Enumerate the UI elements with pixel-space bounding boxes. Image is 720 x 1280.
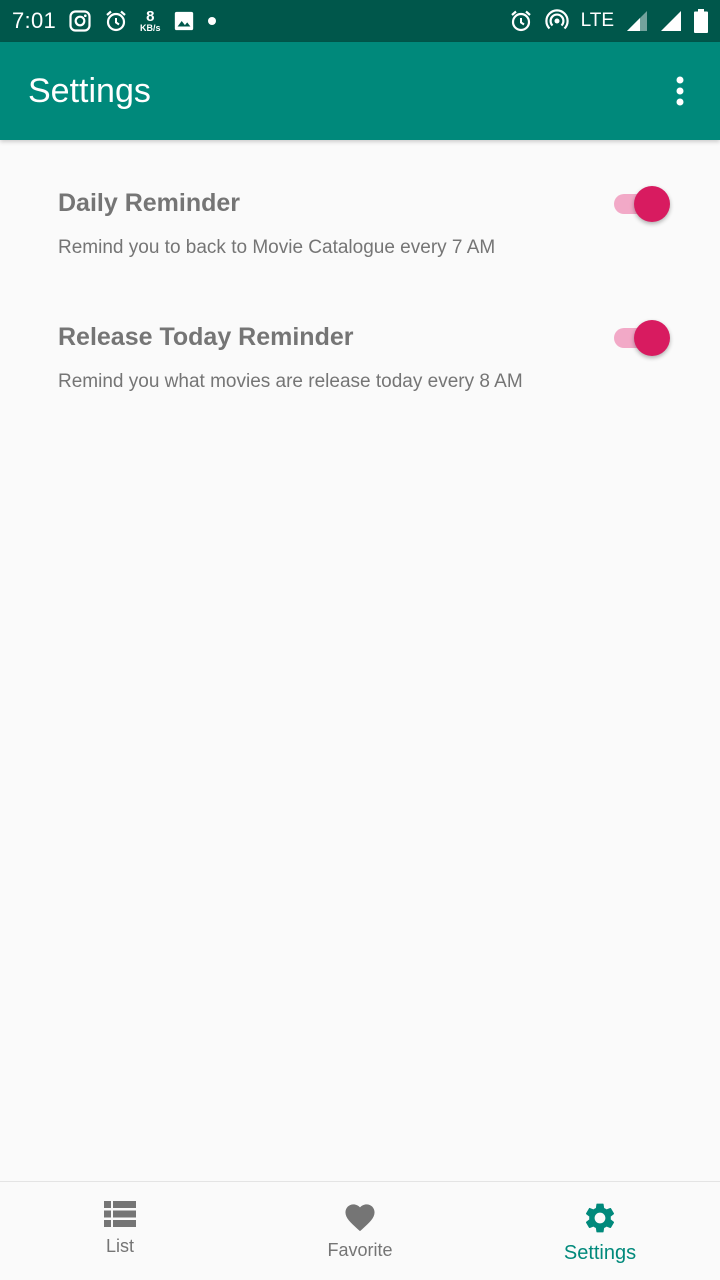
- overflow-menu-button[interactable]: [660, 63, 700, 119]
- nav-label-list: List: [105, 1236, 134, 1256]
- signal-icon: [660, 10, 682, 32]
- pref-release-today-reminder[interactable]: Release Today Reminder Remind you what m…: [0, 274, 720, 408]
- alarm-icon: [104, 9, 128, 33]
- pref-title: Release Today Reminder: [58, 323, 354, 351]
- switch-thumb: [634, 186, 670, 222]
- instagram-icon: [68, 9, 92, 33]
- pref-title: Daily Reminder: [58, 189, 241, 217]
- pref-summary: Remind you what movies are release today…: [58, 371, 523, 392]
- list-icon: [104, 1201, 136, 1227]
- bottom-navigation: List Favorite Settings: [0, 1181, 720, 1280]
- app-bar: Settings: [0, 42, 720, 140]
- release-today-reminder-switch[interactable]: [614, 318, 670, 358]
- battery-icon: [694, 9, 708, 33]
- status-time: 7:01: [12, 8, 57, 33]
- switch-thumb: [634, 320, 670, 356]
- daily-reminder-switch[interactable]: [614, 184, 670, 224]
- nav-item-list[interactable]: List: [0, 1182, 240, 1280]
- more-vert-icon: [676, 76, 684, 106]
- image-icon: [173, 10, 195, 32]
- dot-icon: [207, 16, 217, 26]
- heart-icon: [345, 1204, 375, 1232]
- status-bar-left: 7:01 8 KB/s: [12, 8, 217, 34]
- nav-label-settings: Settings: [563, 1242, 637, 1264]
- gear-icon: [585, 1203, 615, 1233]
- alarm-icon: [509, 9, 533, 33]
- settings-list: Daily Reminder Remind you to back to Mov…: [0, 140, 720, 408]
- network-speed: 8 KB/s: [140, 9, 161, 33]
- status-bar-right: LTE: [509, 9, 708, 33]
- pref-daily-reminder[interactable]: Daily Reminder Remind you to back to Mov…: [0, 140, 720, 274]
- network-speed-unit: KB/s: [140, 23, 161, 33]
- network-type: LTE: [580, 10, 614, 31]
- page-title: Settings: [28, 71, 151, 110]
- nav-item-settings[interactable]: Settings: [480, 1182, 720, 1280]
- network-speed-value: 8: [146, 8, 155, 25]
- nav-item-favorite[interactable]: Favorite: [240, 1182, 480, 1280]
- signal-icon: [626, 10, 648, 32]
- nav-label-favorite: Favorite: [327, 1240, 393, 1260]
- status-bar: 7:01 8 KB/s LTE: [0, 0, 720, 42]
- hotspot-icon: [544, 9, 569, 33]
- pref-summary: Remind you to back to Movie Catalogue ev…: [58, 237, 496, 258]
